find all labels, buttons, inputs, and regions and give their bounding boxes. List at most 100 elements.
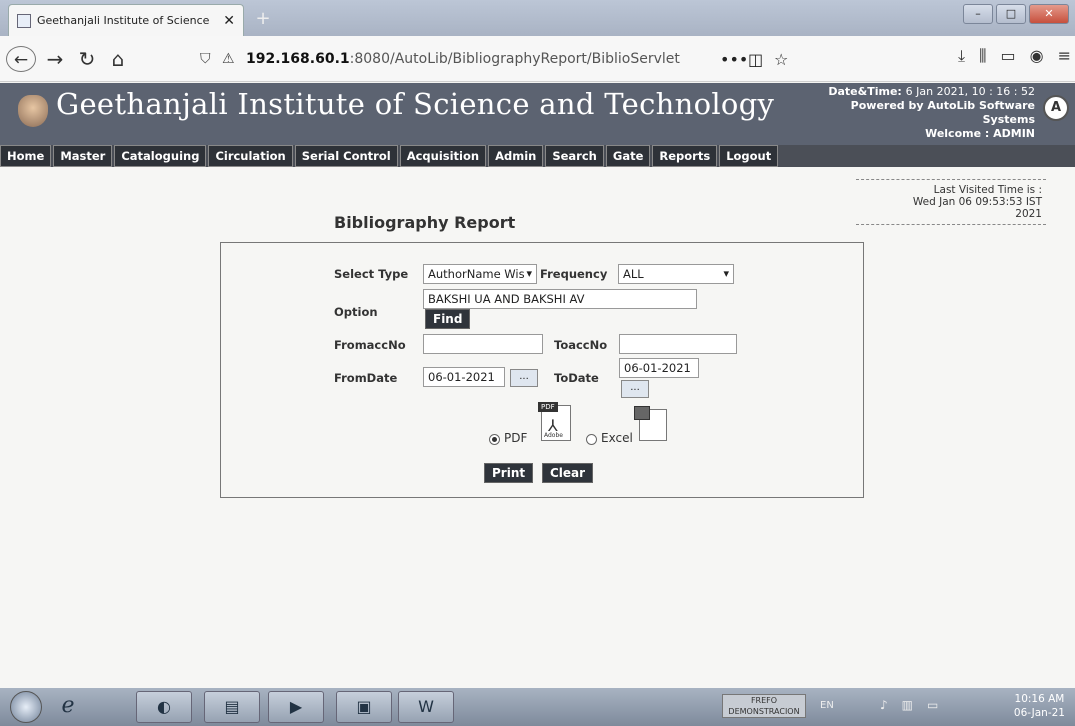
os-taskbar: ℯ ◐ ▤ ▶ ▣ W FREFO DEMONSTRACION EN ♪ ▥ ▭…	[0, 688, 1075, 726]
minimize-button[interactable]: –	[963, 4, 993, 24]
word-taskbar-icon[interactable]: W	[398, 691, 454, 723]
url-host: 192.168.60.1	[246, 51, 350, 67]
browser-tab-bar: Geethanjali Institute of Science ✕ + – □…	[0, 0, 1075, 36]
volume-icon[interactable]: ♪	[880, 698, 888, 712]
todate-label: ToDate	[554, 371, 599, 385]
account-icon[interactable]: ◉	[1030, 46, 1044, 66]
action-center-icon[interactable]: ▭	[927, 698, 938, 712]
menu-reports[interactable]: Reports	[652, 145, 718, 167]
forward-arrow-icon[interactable]: →	[44, 46, 66, 72]
frequency-label: Frequency	[540, 267, 608, 281]
frequency-dropdown[interactable]: ALL	[618, 264, 734, 284]
menu-serial-control[interactable]: Serial Control	[294, 145, 398, 167]
url-text[interactable]: 192.168.60.1:8080/AutoLib/BibliographyRe…	[246, 51, 720, 67]
close-window-button[interactable]: ✕	[1029, 4, 1069, 24]
url-path: :8080/AutoLib/BibliographyReport/BiblioS…	[349, 51, 680, 67]
menu-search[interactable]: Search	[545, 145, 604, 167]
toaccno-input[interactable]	[619, 334, 737, 354]
reload-icon[interactable]: ↻	[76, 46, 98, 72]
fromdate-label: FromDate	[334, 371, 398, 385]
excel-radio-label: Excel	[601, 431, 633, 445]
tray-app-line2: DEMONSTRACION	[728, 707, 800, 716]
autolib-logo-icon: A	[1043, 95, 1069, 121]
system-clock[interactable]: 10:16 AM 06-Jan-21	[1014, 692, 1065, 720]
internet-explorer-icon[interactable]: ℯ	[48, 691, 88, 723]
select-type-label: Select Type	[334, 267, 409, 281]
tab-title: Geethanjali Institute of Science	[37, 14, 210, 27]
last-visited-year: 2021	[1015, 208, 1042, 220]
powered-by-systems: Systems	[982, 113, 1035, 126]
select-type-dropdown[interactable]: AuthorName Wis	[423, 264, 537, 284]
excel-radio[interactable]	[586, 434, 597, 445]
page-content: Last Visited Time is : Wed Jan 06 09:53:…	[0, 167, 1075, 688]
network-icon[interactable]: ▥	[902, 698, 913, 712]
clear-button[interactable]: Clear	[542, 463, 594, 483]
home-icon[interactable]: ⌂	[106, 46, 130, 72]
datetime-value: 6 Jan 2021, 10 : 16 : 52	[905, 85, 1035, 98]
find-button[interactable]: Find	[425, 309, 471, 329]
tray-app-button[interactable]: FREFO DEMONSTRACION	[722, 694, 806, 718]
bookmark-star-icon[interactable]: ☆	[774, 50, 800, 69]
start-button-icon[interactable]	[10, 691, 42, 723]
institute-logo	[18, 95, 48, 127]
excel-file-icon	[634, 406, 667, 441]
app-taskbar-icon[interactable]: ▣	[336, 691, 392, 723]
fromaccno-input[interactable]	[423, 334, 543, 354]
option-label: Option	[334, 305, 378, 319]
option-input[interactable]: BAKSHI UA AND BAKSHI AV	[423, 289, 697, 309]
header-info: Date&Time: 6 Jan 2021, 10 : 16 : 52 Powe…	[828, 85, 1035, 141]
sidebar-icon[interactable]: ▭	[1001, 46, 1016, 66]
new-tab-button[interactable]: +	[252, 8, 274, 30]
powered-by: Powered by AutoLib Software	[850, 99, 1035, 112]
todate-picker-button[interactable]: ...	[621, 380, 649, 398]
system-tray: ♪ ▥ ▭	[880, 698, 938, 712]
menu-hamburger-icon[interactable]: ≡	[1058, 46, 1071, 66]
clock-time: 10:16 AM	[1014, 693, 1065, 705]
page-title: Bibliography Report	[334, 213, 516, 232]
pocket-icon[interactable]: ◫	[748, 50, 774, 69]
browser-toolbar: ← → ↻ ⌂ ⛉ ⚠ 192.168.60.1:8080/AutoLib/Bi…	[0, 36, 1075, 82]
menu-home[interactable]: Home	[0, 145, 52, 167]
welcome-user: Welcome : ADMIN	[925, 127, 1035, 140]
menu-admin[interactable]: Admin	[488, 145, 544, 167]
firefox-taskbar-icon[interactable]: ◐	[136, 691, 192, 723]
menu-master[interactable]: Master	[53, 145, 113, 167]
pdf-radio[interactable]	[489, 434, 500, 445]
address-bar[interactable]: ⛉ ⚠ 192.168.60.1:8080/AutoLib/Bibliograp…	[200, 44, 800, 74]
fromdate-picker-button[interactable]: ...	[510, 369, 538, 387]
downloads-icon[interactable]: ⤓	[958, 46, 965, 66]
window-controls: – □ ✕	[963, 4, 1069, 24]
clock-date: 06-Jan-21	[1013, 707, 1065, 719]
shield-icon[interactable]: ⛉	[200, 51, 222, 67]
tray-app-line1: FREFO	[750, 696, 778, 705]
site-header: Geethanjali Institute of Science and Tec…	[0, 83, 1075, 145]
last-visited-label: Last Visited Time is :	[933, 184, 1042, 196]
media-player-icon[interactable]: ▶	[268, 691, 324, 723]
page-actions-icon[interactable]: •••	[720, 50, 748, 69]
browser-right-tools: ⤓ ⫼ ▭ ◉ ≡	[958, 46, 1071, 66]
library-icon[interactable]: ⫼	[979, 46, 986, 66]
pdf-badge: PDF	[538, 402, 558, 412]
close-tab-icon[interactable]: ✕	[223, 13, 235, 29]
language-indicator[interactable]: EN	[820, 700, 834, 711]
print-button[interactable]: Print	[484, 463, 534, 483]
back-arrow-icon[interactable]: ←	[6, 46, 36, 72]
file-explorer-icon[interactable]: ▤	[204, 691, 260, 723]
toaccno-label: ToaccNo	[554, 338, 608, 352]
report-form: Select Type AuthorName Wis Frequency ALL…	[220, 242, 864, 498]
menu-logout[interactable]: Logout	[719, 145, 779, 167]
institute-name: Geethanjali Institute of Science and Tec…	[56, 87, 775, 121]
menu-acquisition[interactable]: Acquisition	[399, 145, 487, 167]
menu-gate[interactable]: Gate	[605, 145, 651, 167]
menu-cataloguing[interactable]: Cataloguing	[114, 145, 207, 167]
menu-circulation[interactable]: Circulation	[208, 145, 293, 167]
maximize-button[interactable]: □	[996, 4, 1026, 24]
browser-tab[interactable]: Geethanjali Institute of Science ✕	[8, 4, 244, 36]
fromdate-input[interactable]: 06-01-2021	[423, 367, 505, 387]
fromaccno-label: FromaccNo	[334, 338, 406, 352]
insecure-lock-icon[interactable]: ⚠	[222, 51, 246, 67]
main-menu: Home Master Cataloguing Circulation Seri…	[0, 145, 780, 167]
last-visited-time: Wed Jan 06 09:53:53 IST	[912, 196, 1042, 208]
todate-input[interactable]: 06-01-2021	[619, 358, 699, 378]
adobe-badge: Adobe	[544, 432, 563, 439]
